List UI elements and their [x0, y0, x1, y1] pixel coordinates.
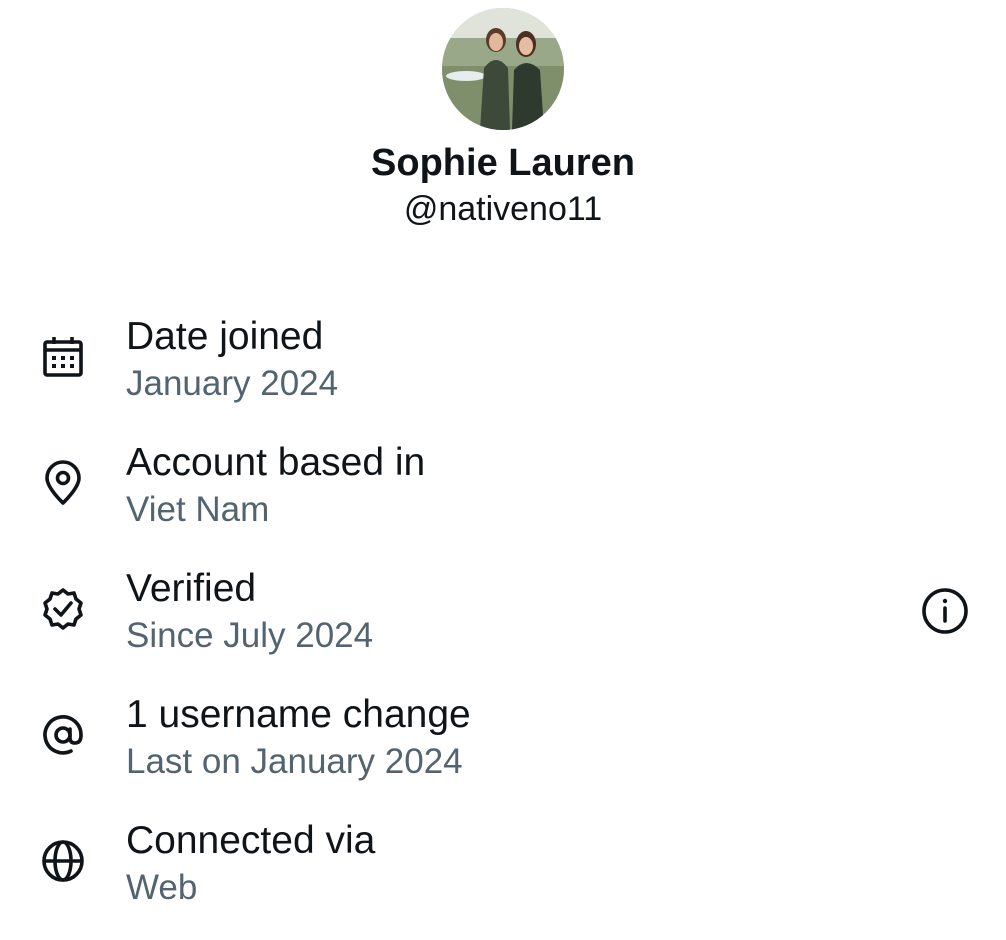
- verified-label: Verified: [126, 567, 257, 610]
- date-joined-label: Date joined: [126, 315, 324, 358]
- connected-via-label: Connected via: [126, 819, 376, 862]
- username-change-row: 1 username change Last on January 2024: [0, 688, 1006, 814]
- connected-via-row: Connected via Web: [0, 814, 1006, 940]
- calendar-icon: [40, 334, 86, 380]
- globe-icon: [40, 838, 86, 884]
- avatar-photo: [442, 8, 564, 130]
- verified-since-value: Since July 2024: [126, 616, 374, 655]
- profile-header: Sophie Lauren @nativeno11: [0, 8, 1006, 230]
- account-location-row: Account based in Viet Nam: [0, 436, 1006, 562]
- verified-badge-icon: [40, 586, 86, 632]
- account-location-value: Viet Nam: [126, 490, 270, 529]
- at-sign-icon: [40, 712, 86, 758]
- about-account-list: Date joined January 2024 Account based i…: [0, 310, 1006, 940]
- account-location-label: Account based in: [126, 441, 426, 484]
- location-pin-icon: [40, 460, 86, 506]
- verified-row: Verified Since July 2024: [0, 562, 1006, 688]
- connected-via-value: Web: [126, 868, 198, 907]
- username-change-value: Last on January 2024: [126, 742, 463, 781]
- username-handle: @nativeno11: [403, 190, 603, 228]
- username-change-label: 1 username change: [126, 693, 471, 736]
- date-joined-value: January 2024: [126, 364, 339, 403]
- date-joined-row: Date joined January 2024: [0, 310, 1006, 436]
- avatar[interactable]: [442, 8, 564, 130]
- display-name: Sophie Lauren: [371, 142, 635, 184]
- info-icon[interactable]: [920, 586, 970, 636]
